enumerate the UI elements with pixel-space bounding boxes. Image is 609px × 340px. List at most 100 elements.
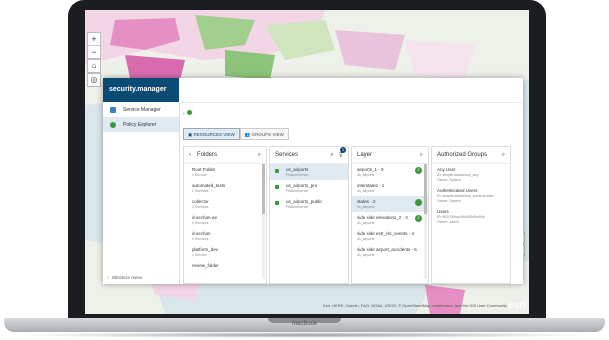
zoom-out-button[interactable]: − xyxy=(88,46,100,58)
nav-item-policy-explorer[interactable]: Policy Explorer xyxy=(103,117,179,132)
groups-list: Any User ID: simplerolesfactory_any Owner:… xyxy=(432,164,510,227)
nav-label: Policy Explorer xyxy=(123,121,157,128)
folder-name: collector xyxy=(192,199,209,204)
group-owner: Owner: admin xyxy=(437,220,459,224)
folder-item[interactable]: platform_dev 1 Service xyxy=(184,244,266,260)
folder-count: 0 Services xyxy=(192,237,209,241)
folder-count: 1 Service xyxy=(192,253,207,257)
folders-panel: ‹ Folders ⌕ Root Folder 1 Service automate… xyxy=(183,146,267,284)
services-list: us_airports FeatureServer us_airports_pro F… xyxy=(270,164,348,212)
service-item[interactable]: us_airports_pro FeatureServer xyxy=(270,180,348,196)
group-count-badge: 2 xyxy=(415,215,422,222)
top-bar xyxy=(179,78,523,103)
folder-name: automated_tests xyxy=(192,183,226,188)
home-button[interactable]: ⌂ xyxy=(87,59,101,73)
folder-name: d-sechan-ae xyxy=(192,215,218,220)
layers-panel: Layer ⌕ airports_1 - 0 us_airports 2 inters… xyxy=(351,146,429,284)
folder-item[interactable]: d-sechan-ae 0 Services xyxy=(184,212,266,228)
layer-item[interactable]: states - 2 us_airports xyxy=(352,196,428,212)
layer-service: us_airports xyxy=(357,237,375,241)
locate-button[interactable]: ◎ xyxy=(87,73,101,87)
search-icon[interactable]: ⌕ xyxy=(502,152,505,159)
folder-name: Root Folder xyxy=(192,167,216,172)
folder-item[interactable]: review_folder xyxy=(184,260,266,272)
app-window: security.manager Service Manager Policy … xyxy=(103,78,523,284)
group-count-badge: 2 xyxy=(415,167,422,174)
search-icon[interactable]: ⌕ xyxy=(420,152,423,159)
folder-item[interactable]: d-sechan 0 Services xyxy=(184,228,266,244)
nav-item-service-manager[interactable]: Service Manager xyxy=(103,102,179,117)
scrollbar[interactable] xyxy=(424,164,427,279)
view-tabs: ▣ RESOURCES VIEW 👥 GROUPS VIEW xyxy=(183,128,289,140)
folder-count: 1 Service xyxy=(192,173,207,177)
group-id: ID: f5f2f759ba0d6a3f3c5b4b5e xyxy=(437,215,486,219)
layer-service: us_airports xyxy=(357,189,375,193)
folder-count: 2 Services xyxy=(192,205,209,209)
service-name: us_airports_pro xyxy=(286,183,318,188)
tab-groups-view[interactable]: 👥 GROUPS VIEW xyxy=(239,128,289,140)
layer-service: us_airports xyxy=(357,253,375,257)
layer-name: side side estr_nlc_events - 4 xyxy=(357,231,415,236)
tab-resources-view[interactable]: ▣ RESOURCES VIEW xyxy=(183,128,240,140)
layers-list: airports_1 - 0 us_airports 2 interstates - … xyxy=(352,164,428,260)
service-item[interactable]: us_airports FeatureServer xyxy=(270,164,348,180)
service-type: FeatureServer xyxy=(286,189,309,193)
group-item[interactable]: Any User ID: simplerolesfactory_any Owner:… xyxy=(432,164,510,185)
layer-item[interactable]: interstates - 1 us_airports xyxy=(352,180,428,196)
folders-header: ‹ Folders ⌕ xyxy=(184,147,266,164)
services-panel: Services ⌕ ⊽ 1 us_airports FeatureServer u… xyxy=(269,146,349,284)
map-attribution: Esri, HERE, Garmin, FAO, NOAA, USGS, © O… xyxy=(323,303,507,308)
groups-panel: Authorized Groups ⌕ Any User ID: simplero… xyxy=(431,146,511,284)
folder-item[interactable]: automated_tests 2 Services xyxy=(184,180,266,196)
group-count-badge xyxy=(415,199,422,206)
filter-count-badge: 1 xyxy=(340,147,346,153)
service-type: FeatureServer xyxy=(286,205,309,209)
zoom-in-button[interactable]: + xyxy=(88,33,100,46)
scrollbar[interactable] xyxy=(262,164,265,279)
group-id: ID: simplerolesfactory_authenticated xyxy=(437,194,494,198)
layer-name: side side airport_accidents - 5 xyxy=(357,247,417,252)
list-icon xyxy=(110,106,116,113)
folder-count: 2 Services xyxy=(192,189,209,193)
globe-icon xyxy=(186,110,192,115)
laptop-base: MacBook xyxy=(0,318,609,340)
layer-item[interactable]: side side estr_nlc_events - 4 us_airports xyxy=(352,228,428,244)
minimize-label: Minimize menu xyxy=(112,275,143,280)
device-label: MacBook xyxy=(291,321,317,327)
panel-title: Authorized Groups xyxy=(437,152,488,158)
layers-header: Layer ⌕ xyxy=(352,147,428,164)
minimize-menu-button[interactable]: ‹ Minimize menu xyxy=(107,275,143,280)
zoom-control: + − xyxy=(87,32,101,59)
globe-icon xyxy=(110,121,116,128)
folder-name: d-sechan xyxy=(192,231,211,236)
back-icon[interactable]: ‹ xyxy=(189,152,191,158)
group-owner: Owner: System xyxy=(437,178,461,182)
search-icon[interactable]: ⌕ xyxy=(258,152,261,159)
search-icon[interactable]: ⌕ xyxy=(330,152,333,159)
layer-item[interactable]: side side airport_accidents - 5 us_airpor… xyxy=(352,244,428,260)
layer-item[interactable]: side side elevations_2 - 3 us_airports 2 xyxy=(352,212,428,228)
folder-item[interactable]: collector 2 Services xyxy=(184,196,266,212)
group-owner: Owner: System xyxy=(437,199,461,203)
sidebar: security.manager Service Manager Policy … xyxy=(103,78,180,284)
breadcrumb: › xyxy=(183,110,192,117)
layer-item[interactable]: airports_1 - 0 us_airports 2 xyxy=(352,164,428,180)
service-type: FeatureServer xyxy=(286,173,309,177)
group-item[interactable]: Users ID: f5f2f759ba0d6a3f3c5b4b5e Owner: … xyxy=(432,206,510,227)
lock-icon xyxy=(275,201,279,205)
tab-label: GROUPS VIEW xyxy=(251,132,284,137)
groups-header: Authorized Groups ⌕ xyxy=(432,147,510,164)
group-item[interactable]: Authenticated Users ID: simplerolesfactor… xyxy=(432,185,510,206)
group-name: Any User xyxy=(437,167,456,172)
group-name: Users xyxy=(437,209,449,214)
tab-label: RESOURCES VIEW xyxy=(193,132,235,137)
service-item[interactable]: us_airports_public FeatureServer xyxy=(270,196,348,212)
panel-title: Layer xyxy=(357,152,373,158)
lock-icon xyxy=(275,169,279,173)
esri-logo: esri xyxy=(508,300,526,311)
base-shadow xyxy=(12,332,597,338)
layer-service: us_airports xyxy=(357,173,375,177)
service-name: us_airports xyxy=(286,167,309,172)
folder-item[interactable]: Root Folder 1 Service xyxy=(184,164,266,180)
nav-label: Service Manager xyxy=(123,106,161,113)
